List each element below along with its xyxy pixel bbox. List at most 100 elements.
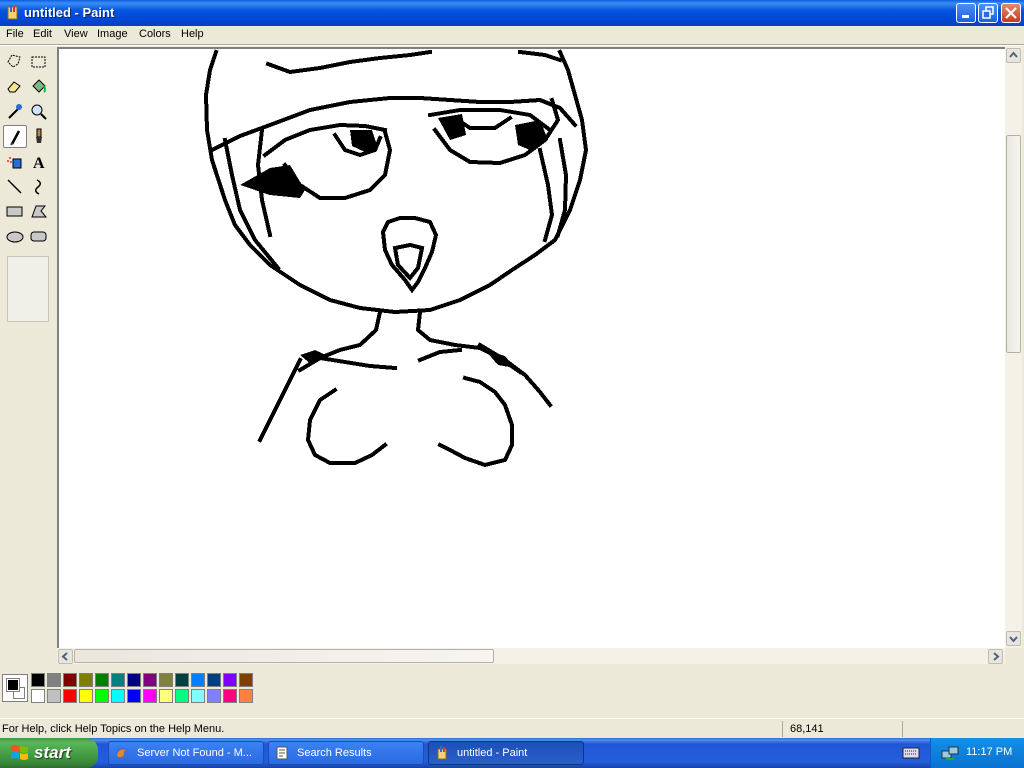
rounded-rectangle-icon (30, 231, 47, 242)
color-swatch[interactable] (191, 689, 205, 703)
color-swatch[interactable] (31, 673, 45, 687)
scroll-left-icon (61, 652, 68, 661)
menu-edit[interactable]: Edit (33, 28, 52, 40)
color-swatch[interactable] (175, 673, 189, 687)
horizontal-scrollbar[interactable] (57, 648, 1005, 664)
color-swatch[interactable] (79, 673, 93, 687)
canvas-drawing (203, 49, 589, 468)
scroll-right-button[interactable] (988, 649, 1003, 664)
status-divider (782, 721, 783, 737)
minimize-icon (962, 15, 969, 18)
color-swatch[interactable] (207, 689, 221, 703)
scroll-corner (1005, 648, 1022, 664)
pick-color-tool[interactable] (3, 100, 27, 123)
menu-help[interactable]: Help (181, 28, 204, 40)
rounded-rectangle-tool[interactable] (27, 225, 51, 248)
paint-app-icon (7, 5, 18, 20)
clock: 11:17 PM (966, 746, 1013, 758)
fill-tool[interactable] (27, 75, 51, 98)
color-swatch[interactable] (127, 689, 141, 703)
free-form-select-tool[interactable] (3, 50, 27, 73)
text-tool[interactable]: A (27, 150, 51, 173)
restore-button[interactable] (978, 3, 998, 23)
minimize-button[interactable] (956, 3, 976, 23)
eraser-tool[interactable] (3, 75, 27, 98)
color-swatch[interactable] (111, 673, 125, 687)
color-swatch[interactable] (207, 673, 221, 687)
color-swatch[interactable] (111, 689, 125, 703)
firefox-icon (116, 747, 128, 759)
vertical-scrollbar[interactable] (1005, 47, 1022, 648)
menu-image[interactable]: Image (97, 28, 128, 40)
taskbar: start Server Not Found - M... Search Res… (0, 738, 1024, 768)
task-button-firefox[interactable]: Server Not Found - M... (108, 741, 264, 765)
status-bar: For Help, click Help Topics on the Help … (0, 718, 1024, 739)
vertical-scroll-thumb[interactable] (1006, 135, 1021, 353)
keyboard-icon[interactable] (902, 746, 920, 760)
cursor-coordinates: 68,141 (790, 723, 824, 735)
color-swatch[interactable] (47, 673, 61, 687)
color-swatch[interactable] (239, 689, 253, 703)
color-swatch[interactable] (175, 689, 189, 703)
menu-file[interactable]: File (6, 28, 24, 40)
horizontal-scroll-thumb[interactable] (74, 649, 494, 663)
color-swatch[interactable] (143, 673, 157, 687)
color-swatch[interactable] (63, 673, 77, 687)
brush-tool[interactable] (27, 125, 51, 148)
color-swatch[interactable] (223, 689, 237, 703)
close-button[interactable] (1001, 3, 1021, 23)
color-swatch[interactable] (239, 673, 253, 687)
task-button-search[interactable]: Search Results (268, 741, 424, 765)
menu-colors[interactable]: Colors (139, 28, 171, 40)
tool-options-box[interactable] (7, 256, 49, 322)
close-icon (1005, 7, 1017, 19)
status-help-text: For Help, click Help Topics on the Help … (2, 723, 225, 735)
color-swatch[interactable] (159, 689, 173, 703)
ellipse-tool[interactable] (3, 225, 27, 248)
color-swatch[interactable] (47, 689, 61, 703)
magnifier-tool[interactable] (27, 100, 51, 123)
network-icon[interactable] (941, 745, 959, 761)
color-swatch[interactable] (191, 673, 205, 687)
color-swatch[interactable] (143, 689, 157, 703)
start-button[interactable]: start (0, 738, 98, 768)
document-icon (276, 746, 288, 760)
scroll-down-button[interactable] (1006, 631, 1021, 646)
task-label: untitled - Paint (457, 747, 528, 759)
color-swatch[interactable] (95, 689, 109, 703)
menu-view[interactable]: View (64, 28, 88, 40)
fill-icon (32, 79, 46, 93)
airbrush-tool[interactable] (3, 150, 27, 173)
magnifier-icon (31, 104, 47, 120)
scroll-up-button[interactable] (1006, 48, 1021, 63)
scroll-left-button[interactable] (58, 649, 73, 664)
task-label: Search Results (297, 747, 372, 759)
current-colors-box[interactable] (2, 674, 28, 702)
eraser-icon (7, 81, 21, 93)
scroll-right-icon (993, 652, 1000, 661)
line-tool[interactable] (3, 175, 27, 198)
free-form-select-icon (7, 54, 21, 68)
polygon-tool[interactable] (27, 200, 51, 223)
color-swatch[interactable] (79, 689, 93, 703)
color-swatch[interactable] (127, 673, 141, 687)
color-swatch[interactable] (223, 673, 237, 687)
rectangle-tool[interactable] (3, 200, 27, 223)
task-button-paint[interactable]: untitled - Paint (428, 741, 584, 765)
title-bar: untitled - Paint (0, 0, 1024, 26)
color-swatch[interactable] (159, 673, 173, 687)
brush-icon (36, 128, 42, 143)
select-tool[interactable] (27, 50, 51, 73)
color-swatch[interactable] (63, 689, 77, 703)
color-swatch[interactable] (31, 689, 45, 703)
start-label: start (34, 743, 71, 762)
toolbox: A (0, 47, 56, 667)
menu-separator (0, 44, 1024, 46)
color-swatch[interactable] (95, 673, 109, 687)
rectangle-icon (6, 206, 23, 217)
menu-bar: File Edit View Image Colors Help (0, 26, 1024, 44)
pencil-tool[interactable] (3, 125, 27, 148)
drawing-canvas[interactable] (57, 47, 1005, 648)
curve-tool[interactable] (27, 175, 51, 198)
pencil-icon (10, 130, 21, 146)
